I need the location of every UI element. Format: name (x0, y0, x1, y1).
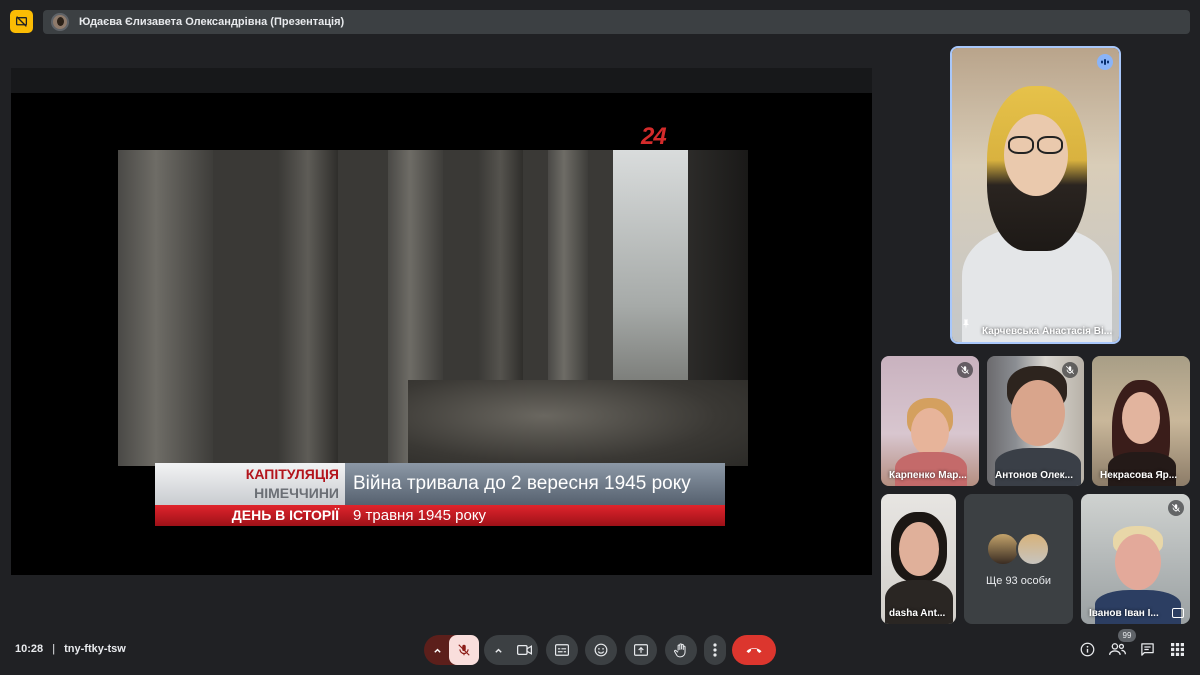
mic-off-icon (1168, 500, 1184, 516)
audio-level-icon (1097, 54, 1113, 70)
participant-tile[interactable]: Карпенко Мар... (881, 356, 979, 486)
mic-control-group (424, 635, 479, 665)
present-icon (634, 644, 648, 656)
participant-tile[interactable]: Антонов Олек... (987, 356, 1084, 486)
stop-presenting-button[interactable] (10, 10, 33, 33)
stop-presenting-icon (15, 16, 28, 27)
people-button[interactable] (1108, 640, 1126, 658)
leave-call-button[interactable] (732, 635, 776, 665)
chevron-up-icon (494, 648, 502, 653)
activities-icon (1170, 642, 1184, 656)
caption-topic-line2: НІМЕЧЧИНИ (254, 485, 339, 501)
participant-name: Карчевська Анастасія Ві... (982, 326, 1113, 337)
more-avatars (986, 532, 1054, 566)
more-options-icon (713, 643, 717, 657)
meeting-details-button[interactable] (1078, 640, 1096, 658)
video-frame (118, 150, 748, 466)
captions-icon (555, 644, 569, 656)
avatar (1016, 532, 1050, 566)
participant-name: Іванов Іван І... (1089, 608, 1159, 619)
caption-band: ДЕНЬ В ІСТОРІЇ 9 травня 1945 року (155, 505, 725, 526)
stage-letterbox-top (11, 68, 872, 93)
caption-band-label: ДЕНЬ В ІСТОРІЇ (231, 507, 339, 523)
separator: | (52, 643, 56, 655)
caption-main: Війна тривала до 2 вересня 1945 року (345, 463, 725, 505)
camera-options-button[interactable] (486, 635, 510, 665)
raise-hand-button[interactable] (665, 635, 697, 665)
camera-control-group (484, 635, 538, 665)
more-participants-label: Ще 93 особи (985, 575, 1052, 587)
activities-button[interactable] (1168, 640, 1186, 658)
chat-button[interactable] (1138, 640, 1156, 658)
call-end-icon (746, 648, 762, 653)
pin-icon[interactable] (960, 317, 972, 335)
mic-off-icon (957, 362, 973, 378)
participant-tile[interactable]: dasha Ant... (881, 494, 956, 624)
meeting-code: tny-ftky-tsw (64, 643, 126, 655)
caption-band-date: 9 травня 1945 року (353, 507, 487, 524)
presentation-stage[interactable]: 24 КАПІТУЛЯЦІЯ НІМЕЧЧИНИ Війна тривала д… (11, 68, 872, 575)
participant-name: Некрасова Яр... (1100, 470, 1178, 481)
bottom-bar: 10:28 | tny-ftky-tsw (0, 628, 1200, 675)
participant-tile[interactable]: Некрасова Яр... (1092, 356, 1190, 486)
presenter-label: Юдаєва Єлизавета Олександрівна (Презента… (79, 16, 345, 28)
caption-main-text: Війна тривала до 2 вересня 1945 року (353, 473, 691, 494)
more-participants-tile[interactable]: Ще 93 особи (964, 494, 1073, 624)
mic-off-icon (458, 644, 470, 656)
captions-button[interactable] (546, 635, 578, 665)
news-caption: КАПІТУЛЯЦІЯ НІМЕЧЧИНИ Війна тривала до 2… (155, 463, 725, 526)
mic-off-icon (1062, 362, 1078, 378)
meet-window: Юдаєва Єлизавета Олександрівна (Презента… (0, 0, 1200, 675)
more-options-button[interactable] (704, 635, 726, 665)
clock: 10:28 (15, 643, 44, 655)
participant-tile-speaker[interactable]: Карчевська Анастасія Ві... (950, 46, 1121, 344)
caption-topic: КАПІТУЛЯЦІЯ НІМЕЧЧИНИ (155, 463, 345, 505)
participant-name: Антонов Олек... (995, 470, 1073, 481)
chat-icon (1140, 642, 1154, 656)
present-button[interactable] (625, 635, 657, 665)
camera-toggle-button[interactable] (510, 635, 538, 665)
info-icon (1080, 642, 1094, 656)
emoji-icon (594, 643, 608, 657)
meeting-info: 10:28 | tny-ftky-tsw (15, 643, 126, 655)
presenter-avatar (51, 13, 69, 31)
presenter-banner[interactable]: Юдаєва Єлизавета Олександрівна (Презента… (43, 10, 1190, 34)
mic-toggle-button[interactable] (449, 635, 479, 665)
caption-topic-line1: КАПІТУЛЯЦІЯ (245, 466, 339, 482)
avatar (986, 532, 1020, 566)
screen-share-icon (1172, 608, 1184, 618)
raise-hand-icon (674, 642, 686, 657)
channel-logo: 24 (641, 123, 667, 150)
people-icon (1108, 643, 1126, 655)
participant-name: dasha Ant... (889, 608, 946, 619)
camera-icon (516, 645, 532, 655)
participant-name: Карпенко Мар... (889, 470, 967, 481)
participant-tile[interactable]: Іванов Іван І... (1081, 494, 1190, 624)
top-bar: Юдаєва Єлизавета Олександрівна (Презента… (0, 0, 1200, 44)
reactions-button[interactable] (585, 635, 617, 665)
chevron-up-icon (433, 648, 441, 653)
mic-options-button[interactable] (424, 635, 450, 665)
